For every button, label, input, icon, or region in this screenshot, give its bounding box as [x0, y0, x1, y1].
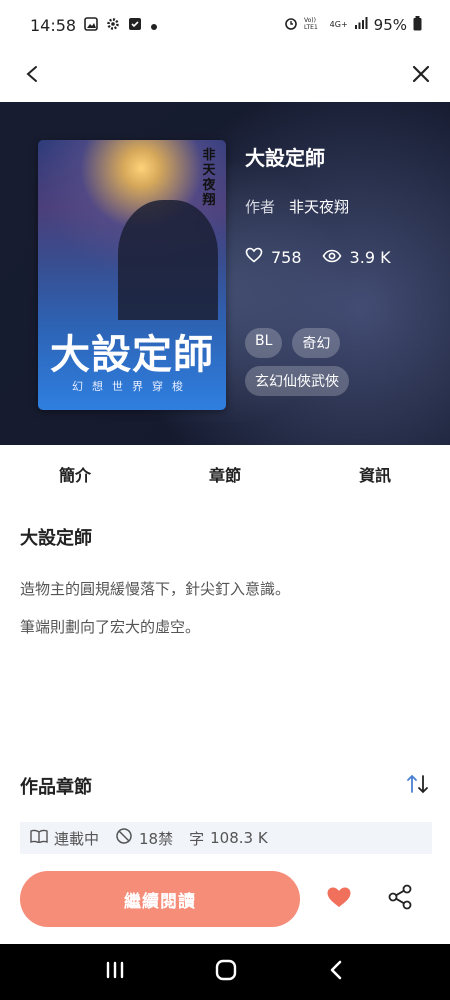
author-name[interactable]: 非天夜翔 — [289, 196, 349, 217]
cover-author: 非天夜翔 — [202, 148, 216, 208]
volte-icon: Vo)) LTE1 — [304, 16, 324, 34]
battery-percent: 95% — [373, 16, 407, 34]
age-rating-text: 18禁 — [139, 829, 174, 848]
author-label: 作者 — [245, 198, 276, 216]
tab-chapters[interactable]: 章節 — [150, 462, 300, 486]
serial-status-text: 連載中 — [54, 829, 100, 848]
tag-xianxia[interactable]: 玄幻仙俠武俠 — [245, 366, 349, 396]
network-type: 4G+ — [329, 20, 348, 29]
back-icon[interactable] — [22, 64, 42, 88]
status-bar: 14:58 Vo)) LTE1 4G+ 95% — [0, 0, 450, 50]
intro-title: 大設定師 — [20, 528, 92, 549]
book-open-icon — [30, 829, 48, 847]
stats-row: 758 3.9 K — [245, 247, 391, 267]
book-cover[interactable]: 非天夜翔 大設定師 幻想世界穿梭 — [38, 140, 226, 410]
close-icon[interactable] — [410, 63, 432, 89]
tag-fantasy[interactable]: 奇幻 — [292, 328, 341, 358]
svg-text:LTE1: LTE1 — [304, 24, 318, 30]
likes-count: 758 — [271, 247, 302, 267]
book-hero: 非天夜翔 大設定師 幻想世界穿梭 大設定師 作者 非天夜翔 758 3.9 K … — [0, 102, 450, 445]
views-count: 3.9 K — [349, 247, 391, 267]
book-title: 大設定師 — [245, 146, 325, 170]
age-rating: 18禁 — [115, 827, 173, 849]
svg-text:Vo)): Vo)) — [304, 17, 316, 24]
sort-icon[interactable] — [404, 772, 432, 800]
word-count-value: 108.3 K — [210, 829, 268, 847]
recent-apps-icon[interactable] — [104, 960, 126, 984]
heart-outline-icon — [245, 247, 263, 267]
system-nav-bar — [0, 944, 450, 1000]
word-count-label: 字 — [189, 829, 205, 848]
detail-tabs: 簡介 章節 資訊 — [0, 445, 450, 503]
status-time: 14:58 — [30, 15, 77, 35]
serial-status: 連載中 — [30, 828, 99, 849]
continue-reading-button[interactable]: 繼續閱讀 — [20, 871, 300, 927]
prohibited-icon — [115, 827, 133, 849]
chapters-title: 作品章節 — [20, 777, 92, 798]
alarm-icon — [284, 16, 298, 34]
signal-icon — [354, 16, 368, 34]
intro-line: 筆端則劃向了宏大的虛空。 — [20, 618, 201, 636]
favorite-heart-icon[interactable] — [326, 886, 352, 912]
home-icon[interactable] — [214, 958, 238, 986]
nav-bar — [0, 50, 450, 102]
notification-dot-icon — [150, 16, 158, 35]
eye-icon — [322, 248, 342, 267]
system-back-icon[interactable] — [326, 959, 346, 985]
chapters-header: 作品章節 — [20, 772, 432, 800]
tag-list: BL 奇幻 玄幻仙俠武俠 — [245, 328, 445, 396]
author-row: 作者 非天夜翔 — [245, 196, 349, 217]
tab-info[interactable]: 資訊 — [300, 462, 450, 486]
cover-title: 大設定師 — [50, 331, 214, 378]
word-count: 字 108.3 K — [189, 828, 268, 849]
cover-silhouette — [118, 200, 218, 320]
chapter-info-strip: 連載中 18禁 字 108.3 K — [20, 822, 432, 854]
bottom-action-bar: 繼續閱讀 — [0, 854, 450, 944]
settings-icon — [106, 16, 120, 35]
cover-subtitle: 幻想世界穿梭 — [72, 380, 192, 393]
tab-intro[interactable]: 簡介 — [0, 462, 150, 486]
gallery-icon — [84, 16, 98, 35]
battery-icon — [413, 15, 422, 35]
share-icon[interactable] — [388, 884, 412, 914]
tag-bl[interactable]: BL — [245, 328, 283, 358]
check-box-icon — [128, 16, 142, 35]
intro-line: 造物主的圓規緩慢落下，針尖釘入意識。 — [20, 580, 291, 598]
